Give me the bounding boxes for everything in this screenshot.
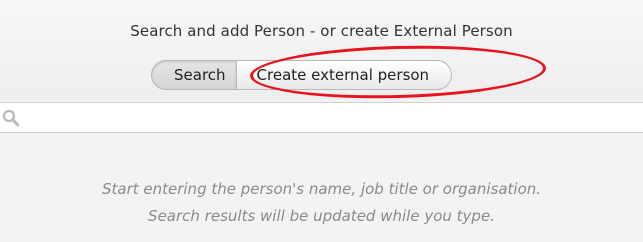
person-search-panel: Search and add Person - or create Extern… — [0, 0, 643, 242]
search-input[interactable] — [26, 105, 640, 131]
panel-header: Search and add Person - or create Extern… — [0, 0, 643, 102]
dialog-title: Search and add Person - or create Extern… — [130, 22, 513, 40]
create-external-person-button[interactable]: Create external person — [236, 60, 453, 90]
mode-toggle: Search Create external person — [151, 60, 453, 90]
search-hint-line-1: Start entering the person's name, job ti… — [101, 180, 542, 198]
search-bar — [0, 102, 643, 133]
search-mode-button[interactable]: Search — [151, 60, 237, 90]
search-hint-line-2: Search results will be updated while you… — [148, 207, 495, 225]
search-icon — [2, 109, 20, 127]
